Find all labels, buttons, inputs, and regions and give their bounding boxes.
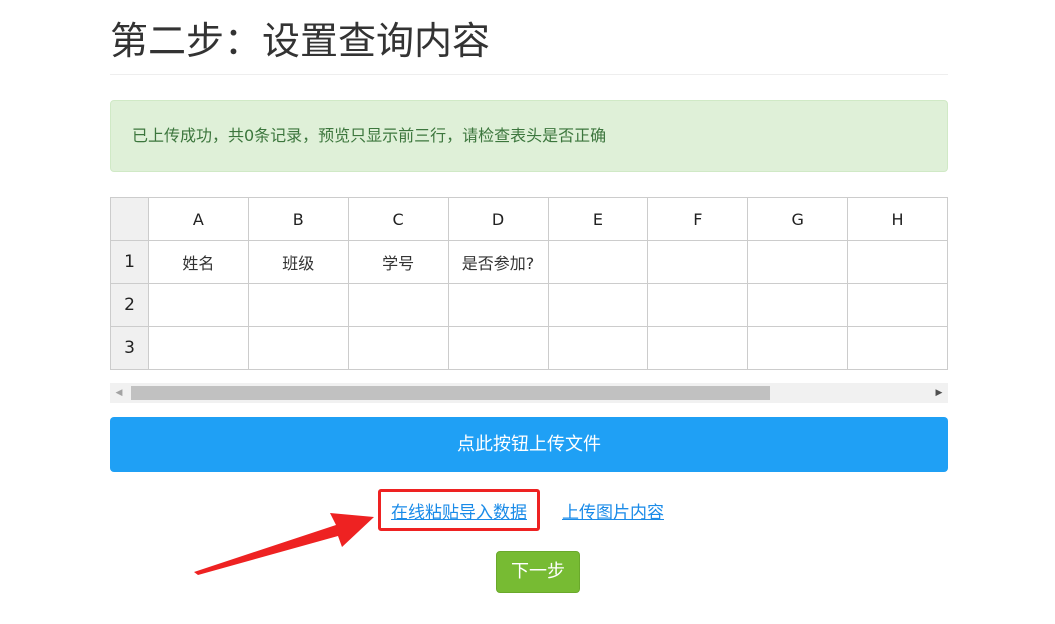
table-cell[interactable] [647,326,749,370]
table-cell[interactable] [647,283,749,327]
table-cell[interactable] [447,326,549,370]
column-header-row: A B C D E F G H [110,198,948,241]
column-header[interactable]: A [147,198,249,241]
next-step-button[interactable]: 下一步 [496,551,580,593]
grid-corner [110,198,149,241]
table-cell[interactable] [547,326,649,370]
row-header[interactable]: 3 [110,326,149,370]
table-cell[interactable] [847,326,948,370]
row-header[interactable]: 2 [110,283,149,327]
table-row: 3 [110,326,948,370]
table-cell[interactable]: 班级 [247,240,349,284]
table-cell[interactable]: 姓名 [147,240,249,284]
table-cell[interactable] [747,326,849,370]
success-alert: 已上传成功，共0条记录，预览只显示前三行，请检查表头是否正确 [110,100,948,172]
scroll-right-icon[interactable]: ▶ [930,383,948,403]
table-cell[interactable] [847,283,948,327]
horizontal-scrollbar[interactable]: ◀ ▶ [110,383,948,403]
upload-file-button[interactable]: 点此按钮上传文件 [110,417,948,472]
page: 第二步：设置查询内容 已上传成功，共0条记录，预览只显示前三行，请检查表头是否正… [0,0,1055,624]
table-cell[interactable] [547,240,649,284]
title-divider [110,74,948,75]
column-header[interactable]: F [647,198,749,241]
table-cell[interactable] [147,283,249,327]
column-header[interactable]: C [347,198,449,241]
page-title: 第二步：设置查询内容 [110,19,491,63]
table-cell[interactable] [247,326,349,370]
table-cell[interactable] [647,240,749,284]
table-cell[interactable] [747,240,849,284]
scrollbar-thumb[interactable] [131,386,770,400]
table-cell[interactable] [547,283,649,327]
column-header[interactable]: D [447,198,549,241]
column-header[interactable]: B [247,198,349,241]
column-header[interactable]: H [847,198,948,241]
table-cell[interactable]: 学号 [347,240,449,284]
table-cell[interactable] [747,283,849,327]
table-cell[interactable] [247,283,349,327]
table-cell[interactable] [147,326,249,370]
table-cell[interactable] [347,283,449,327]
table-cell[interactable] [347,326,449,370]
alert-message: 已上传成功，共0条记录，预览只显示前三行，请检查表头是否正确 [132,126,607,145]
preview-grid[interactable]: A B C D E F G H 1 姓名 班级 学号 是否参加? 2 3 [110,197,948,373]
table-row: 2 [110,283,948,327]
upload-image-link[interactable]: 上传图片内容 [562,498,664,523]
preview-table: A B C D E F G H 1 姓名 班级 学号 是否参加? 2 3 [110,198,948,370]
row-header[interactable]: 1 [110,240,149,284]
column-header[interactable]: G [747,198,849,241]
table-cell[interactable] [447,283,549,327]
column-header[interactable]: E [547,198,649,241]
annotation-arrow-icon [194,513,374,575]
table-cell[interactable] [847,240,948,284]
table-cell[interactable]: 是否参加? [447,240,549,284]
scroll-left-icon[interactable]: ◀ [110,383,128,403]
annotation-highlight-box [378,489,540,531]
table-row: 1 姓名 班级 学号 是否参加? [110,240,948,284]
